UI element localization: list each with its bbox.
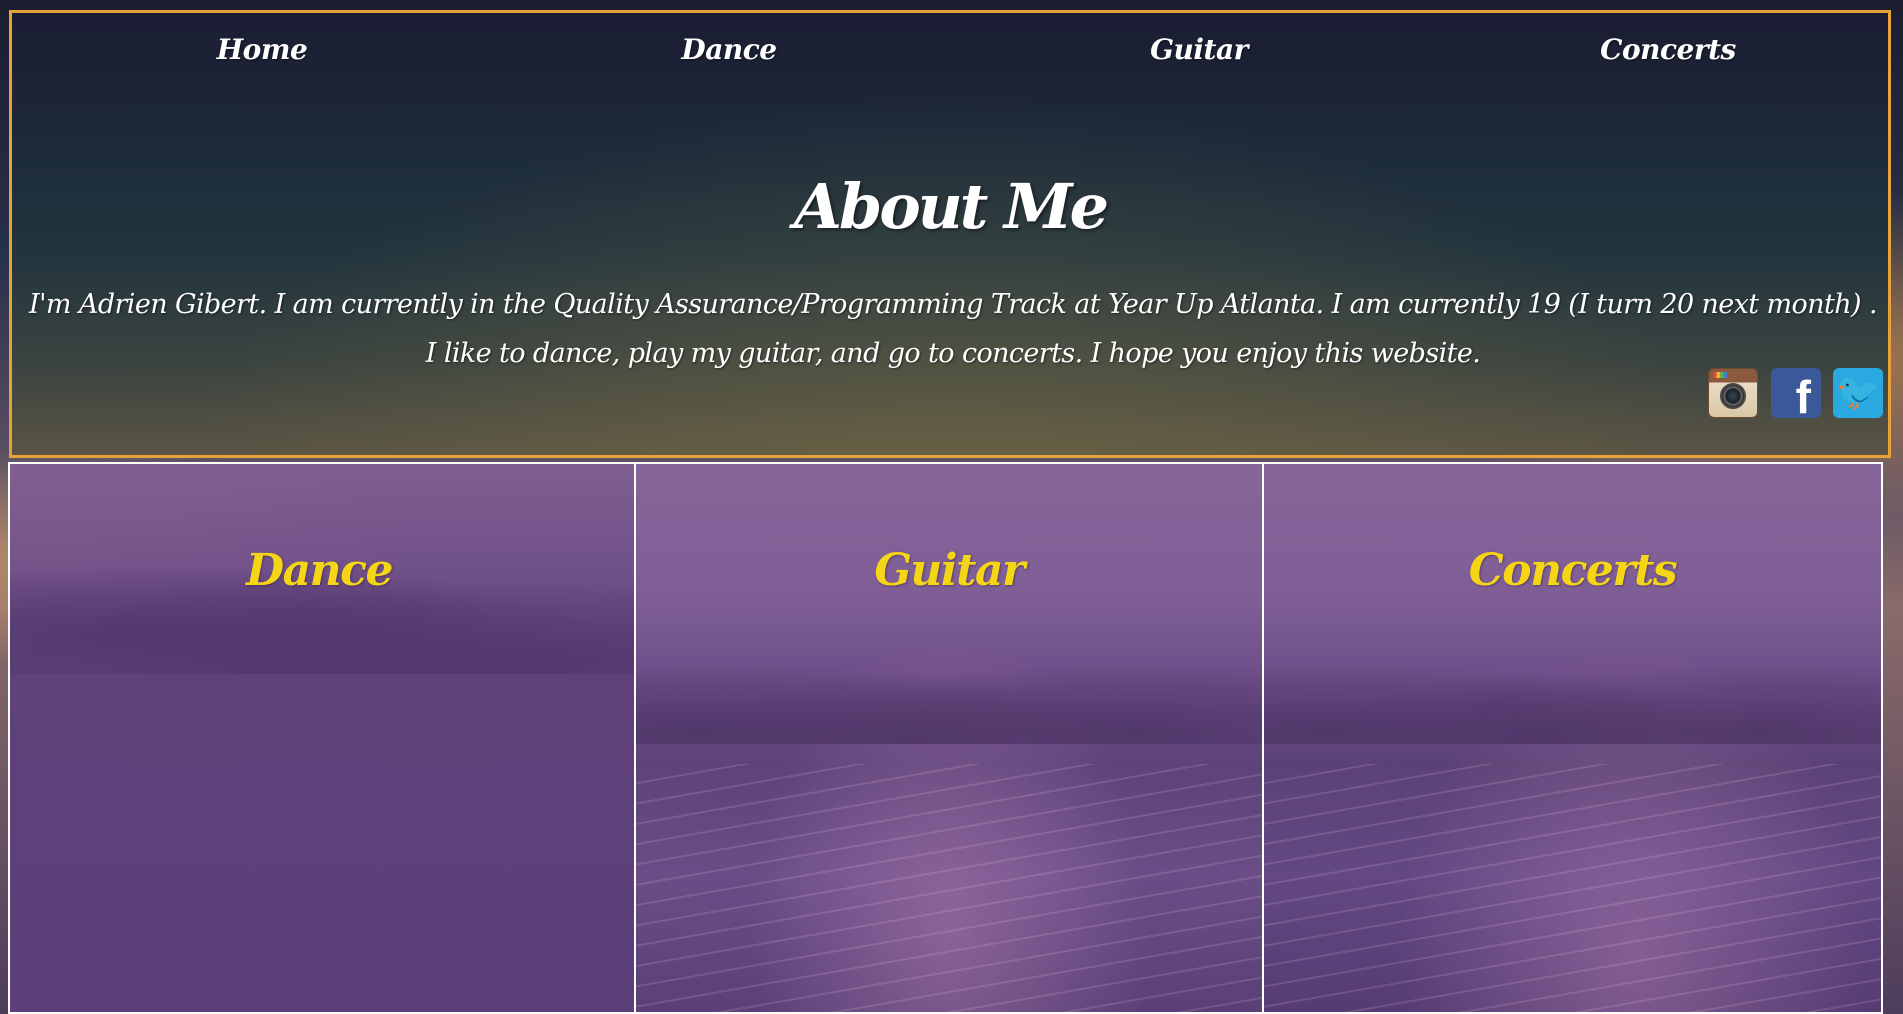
twitter-icon[interactable]: 🐦: [1833, 368, 1883, 418]
nav-guitar-link[interactable]: Guitar: [1099, 33, 1299, 66]
nav-dance-link[interactable]: Dance: [629, 33, 829, 66]
nav-concerts-link[interactable]: Concerts: [1568, 33, 1768, 66]
about-header-section: Home Dance Guitar Concerts About Me I'm …: [9, 10, 1891, 458]
instagram-stripe: [1713, 372, 1727, 378]
guitar-panel-road: [636, 764, 1262, 1012]
concerts-panel[interactable]: Concerts: [1262, 462, 1883, 1014]
concerts-panel-treeline: [1264, 634, 1881, 744]
social-links: f 🐦: [1708, 368, 1888, 420]
top-navigation: Home Dance Guitar Concerts: [12, 33, 1888, 73]
about-text: I'm Adrien Gibert. I am currently in the…: [29, 289, 1877, 369]
guitar-panel[interactable]: Guitar: [634, 462, 1264, 1014]
guitar-panel-treeline: [636, 634, 1262, 744]
dance-panel-title: Dance: [246, 544, 393, 596]
facebook-icon[interactable]: f: [1771, 368, 1821, 418]
concerts-panel-road: [1264, 764, 1881, 1012]
nav-home-link[interactable]: Home: [162, 33, 362, 66]
dance-panel[interactable]: Dance: [8, 462, 636, 1014]
category-panels: Dance Guitar Concerts: [8, 462, 1883, 1014]
concerts-panel-title: Concerts: [1468, 544, 1678, 596]
page: Home Dance Guitar Concerts About Me I'm …: [0, 0, 1903, 1014]
instagram-lens: [1720, 383, 1746, 409]
about-title: About Me: [793, 169, 1109, 243]
guitar-panel-title: Guitar: [874, 544, 1025, 596]
instagram-icon[interactable]: [1708, 368, 1758, 418]
